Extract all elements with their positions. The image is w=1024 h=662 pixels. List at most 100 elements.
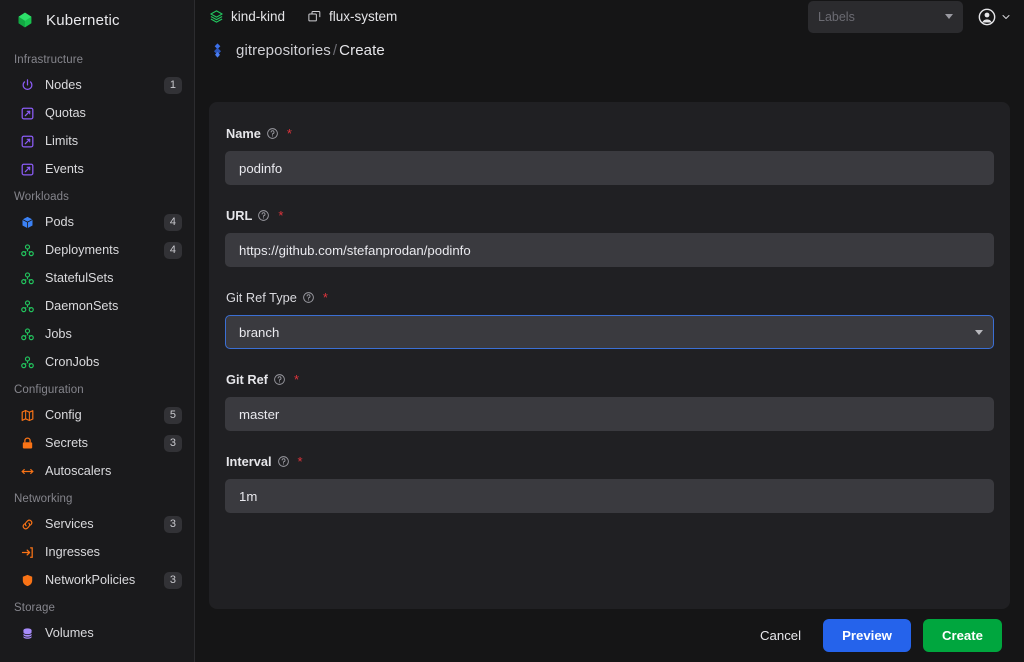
sidebar-item-deployments[interactable]: Deployments 4 — [0, 236, 194, 264]
sidebar-item-label: Limits — [45, 134, 79, 148]
main-area: kind-kind flux-system Labels gitreposito… — [195, 0, 1024, 662]
required-marker: * — [286, 125, 292, 141]
field-label-row: URL * — [226, 207, 994, 224]
name-input[interactable]: podinfo — [225, 151, 994, 185]
breadcrumb-text: gitrepositories / Create — [236, 42, 385, 59]
create-form-card: Name * podinfo URL * https://github.com/stefa… — [209, 102, 1010, 609]
sidebar-item-badge: 1 — [163, 76, 182, 94]
preview-button[interactable]: Preview — [823, 619, 911, 652]
sidebar-section-title: Networking — [14, 493, 73, 505]
brand[interactable]: Kubernetic — [0, 0, 194, 40]
gauge-icon — [21, 163, 34, 175]
sidebar-item-badge: 5 — [163, 406, 182, 424]
field-label: URL — [226, 208, 253, 223]
sidebar-item-badge: 4 — [163, 213, 182, 231]
sidebar-item-label: Pods — [45, 215, 74, 229]
sidebar-item-pods[interactable]: Pods 4 — [0, 208, 194, 236]
field-label: Interval — [226, 454, 272, 469]
sidebar-item-services[interactable]: Services 3 — [0, 510, 194, 538]
sidebar-item-label: CronJobs — [45, 355, 100, 369]
sidebar-item-nodes[interactable]: Nodes 1 — [0, 71, 194, 99]
url-input[interactable]: https://github.com/stefanprodan/podinfo — [225, 233, 994, 267]
help-icon[interactable] — [302, 291, 315, 304]
create-button[interactable]: Create — [922, 619, 1002, 652]
help-icon[interactable] — [257, 209, 270, 222]
field-label: Git Ref — [226, 372, 268, 387]
field-label: Name — [226, 126, 261, 141]
flux-icon — [213, 43, 222, 58]
sidebar-item-badge: 3 — [163, 571, 182, 589]
sidebar-item-daemonsets[interactable]: DaemonSets — [0, 292, 194, 320]
arrows-icon — [21, 468, 34, 474]
sidebar-item-label: Jobs — [45, 327, 72, 341]
sidebar-item-jobs[interactable]: Jobs — [0, 320, 194, 348]
sidebar-item-badge: 3 — [163, 434, 182, 452]
lock-icon — [22, 437, 33, 448]
cluster-name: kind-kind — [231, 9, 286, 24]
copy-icon — [308, 11, 321, 22]
required-marker: * — [293, 371, 300, 387]
field-label-row: Name * — [226, 125, 994, 142]
sidebar-item-label: Nodes — [45, 78, 82, 92]
help-icon[interactable] — [273, 373, 286, 386]
sidebar-section-title: Storage — [14, 602, 55, 614]
sidebar-item-label: Services — [45, 517, 94, 531]
map-icon — [21, 409, 34, 421]
gauge-icon — [21, 135, 34, 147]
namespace-name: flux-system — [329, 9, 398, 24]
cancel-button[interactable]: Cancel — [750, 620, 811, 651]
help-icon[interactable] — [266, 127, 279, 140]
chevron-down-icon — [1002, 14, 1010, 19]
field-name: Name * podinfo — [225, 125, 994, 185]
sidebar-nav: Infrastructure Nodes 1 Quotas Limits Events Wo… — [0, 40, 194, 647]
git-ref-input[interactable]: master — [225, 397, 994, 431]
gauge-icon — [21, 107, 34, 119]
git-ref-type-value: branch — [239, 324, 280, 340]
sidebar-section-title: Workloads — [14, 191, 70, 203]
help-icon[interactable] — [277, 455, 290, 468]
field-label-row: Git Ref Type * — [226, 289, 994, 306]
clusters-icon — [21, 243, 34, 256]
sidebar-item-limits[interactable]: Limits — [0, 127, 194, 155]
database-icon — [23, 627, 32, 639]
account-menu[interactable] — [977, 7, 1012, 27]
shield-icon — [22, 574, 33, 586]
sidebar-item-label: Secrets — [45, 436, 89, 450]
labels-select[interactable]: Labels — [808, 0, 963, 33]
sidebar-item-volumes[interactable]: Volumes — [0, 619, 194, 647]
brand-name: Kubernetic — [46, 11, 120, 29]
sidebar-item-label: Deployments — [45, 243, 120, 257]
form-footer: Cancel Preview Create — [195, 609, 1024, 662]
sidebar-item-secrets[interactable]: Secrets 3 — [0, 429, 194, 457]
namespace-selector[interactable]: flux-system — [307, 9, 397, 24]
chevron-down-icon — [945, 14, 953, 19]
git-ref-type-select[interactable]: branch — [225, 315, 994, 349]
sidebar-item-events[interactable]: Events — [0, 155, 194, 183]
sidebar-item-label: NetworkPolicies — [45, 573, 136, 587]
cluster-selector[interactable]: kind-kind — [209, 9, 285, 24]
sidebar-item-ingresses[interactable]: Ingresses — [0, 538, 194, 566]
sidebar-item-label: Ingresses — [45, 545, 101, 559]
clusters-icon — [21, 299, 34, 312]
required-marker: * — [322, 289, 328, 305]
sidebar-item-cronjobs[interactable]: CronJobs — [0, 348, 194, 376]
breadcrumb-separator: / — [332, 42, 338, 59]
breadcrumb-resource[interactable]: gitrepositories — [236, 42, 331, 59]
field-url: URL * https://github.com/stefanprodan/podi… — [225, 207, 994, 267]
chevron-down-icon — [975, 329, 983, 335]
sidebar-item-autoscalers[interactable]: Autoscalers — [0, 457, 194, 485]
field-interval: Interval * 1m — [225, 453, 994, 513]
field-label: Git Ref Type — [226, 290, 297, 305]
sidebar-item-networkpolicies[interactable]: NetworkPolicies 3 — [0, 566, 194, 594]
power-icon — [22, 78, 33, 90]
sidebar-section-title: Infrastructure — [14, 54, 84, 66]
sidebar-item-label: Config — [45, 408, 82, 422]
sidebar-item-quotas[interactable]: Quotas — [0, 99, 194, 127]
sidebar-item-config[interactable]: Config 5 — [0, 401, 194, 429]
sidebar-item-label: DaemonSets — [45, 299, 119, 313]
sidebar-item-statefulsets[interactable]: StatefulSets — [0, 264, 194, 292]
topbar: kind-kind flux-system Labels — [195, 0, 1024, 33]
interval-input[interactable]: 1m — [225, 479, 994, 513]
field-label-row: Interval * — [226, 453, 994, 470]
clusters-icon — [21, 355, 34, 368]
